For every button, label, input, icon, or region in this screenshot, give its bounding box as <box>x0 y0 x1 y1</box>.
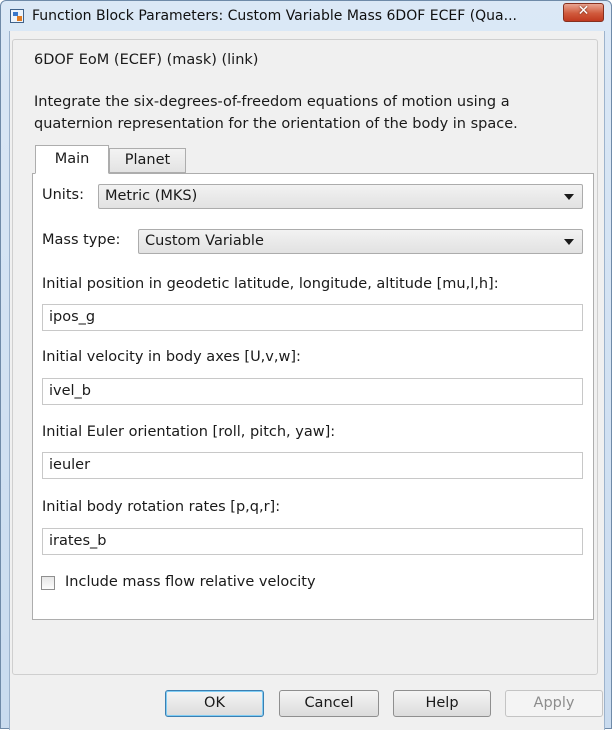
mass-type-dropdown[interactable]: Custom Variable <box>138 229 583 254</box>
chevron-down-icon <box>564 239 574 245</box>
initial-position-value: ipos_g <box>49 309 96 325</box>
description-line-2: quaternion representation for the orient… <box>34 116 518 132</box>
units-label: Units: <box>42 187 84 203</box>
simulink-block-icon <box>10 9 24 23</box>
initial-position-label: Initial position in geodetic latitude, l… <box>42 276 499 292</box>
mass-type-label: Mass type: <box>42 232 121 248</box>
initial-euler-label: Initial Euler orientation [roll, pitch, … <box>42 424 336 440</box>
initial-rates-value: irates_b <box>49 533 107 549</box>
cancel-button[interactable]: Cancel <box>279 690 379 717</box>
ok-button[interactable]: OK <box>165 690 264 717</box>
mass-flow-checkbox[interactable] <box>41 576 55 590</box>
block-description: Integrate the six-degrees-of-freedom equ… <box>34 91 594 135</box>
initial-velocity-label: Initial velocity in body axes [U,v,w]: <box>42 349 301 365</box>
mass-flow-label[interactable]: Include mass flow relative velocity <box>65 574 316 590</box>
tab-planet[interactable]: Planet <box>109 148 186 173</box>
close-button[interactable]: ✕ <box>563 3 604 22</box>
description-line-1: Integrate the six-degrees-of-freedom equ… <box>34 94 510 110</box>
chevron-down-icon <box>564 194 574 200</box>
initial-euler-field[interactable]: ieuler <box>42 452 583 479</box>
title-bar[interactable]: Function Block Parameters: Custom Variab… <box>1 1 611 31</box>
units-dropdown[interactable]: Metric (MKS) <box>98 184 583 209</box>
initial-velocity-field[interactable]: ivel_b <box>42 378 583 405</box>
window-title: Function Block Parameters: Custom Variab… <box>32 8 517 24</box>
initial-velocity-value: ivel_b <box>49 383 92 399</box>
group-title: 6DOF EoM (ECEF) (mask) (link) <box>31 52 262 68</box>
units-value: Metric (MKS) <box>105 188 198 204</box>
initial-rates-field[interactable]: irates_b <box>42 528 583 555</box>
initial-rates-label: Initial body rotation rates [p,q,r]: <box>42 499 281 515</box>
apply-button[interactable]: Apply <box>505 690 603 717</box>
initial-position-field[interactable]: ipos_g <box>42 304 583 331</box>
initial-euler-value: ieuler <box>49 457 91 473</box>
mass-type-value: Custom Variable <box>145 233 264 249</box>
tab-main[interactable]: Main <box>35 145 109 174</box>
help-button[interactable]: Help <box>393 690 491 717</box>
close-icon: ✕ <box>577 3 590 19</box>
